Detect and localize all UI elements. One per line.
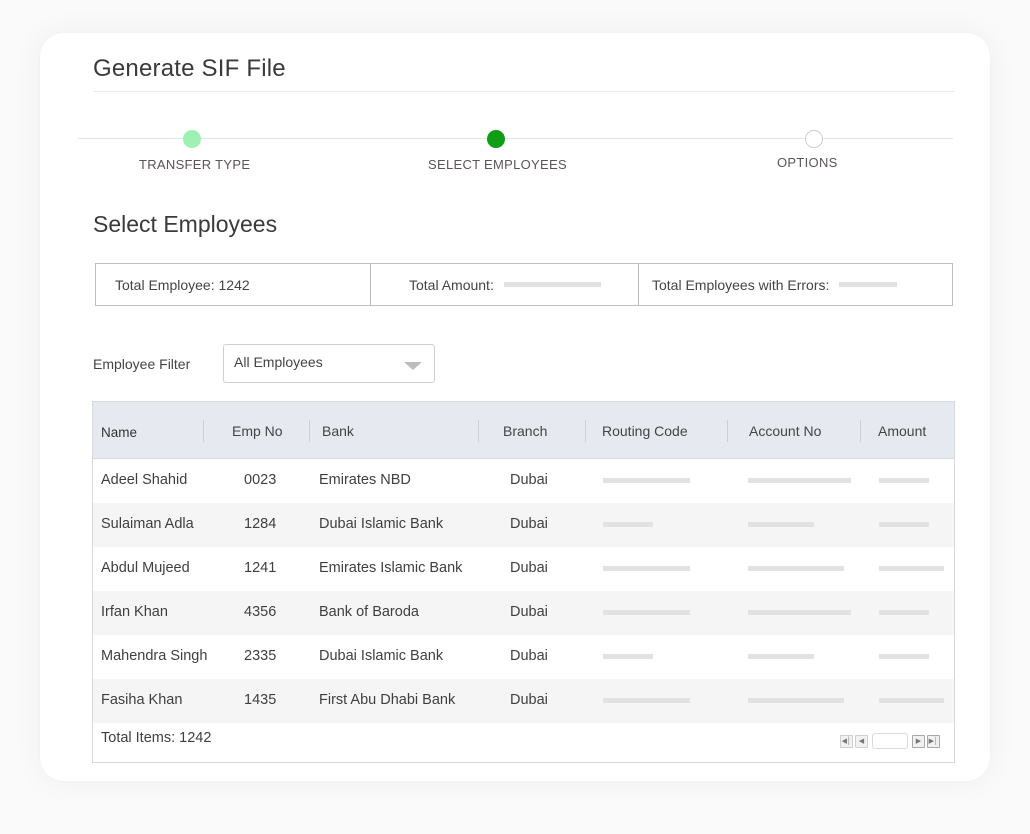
table-row[interactable]: Mahendra Singh 2335 Dubai Islamic Bank D…	[93, 635, 954, 679]
cell-emp-no: 4356	[244, 604, 277, 620]
cell-bank: Dubai Islamic Bank	[319, 648, 444, 664]
column-resize-handle[interactable]	[585, 420, 586, 442]
account-no-placeholder	[748, 654, 814, 659]
cell-branch: Dubai	[510, 560, 548, 576]
cell-bank: First Abu Dhabi Bank	[319, 692, 456, 708]
total-errors-placeholder	[839, 282, 898, 287]
title-divider	[93, 91, 955, 92]
page-number-input[interactable]	[872, 733, 908, 749]
section-title: Select Employees	[93, 211, 278, 237]
amount-placeholder	[879, 566, 944, 571]
cell-name: Fasiha Khan	[101, 692, 183, 708]
amount-placeholder	[879, 522, 929, 527]
page-title: Generate SIF File	[93, 55, 286, 82]
step-dot-options[interactable]	[805, 130, 823, 148]
employee-filter-value: All Employees	[234, 354, 323, 370]
account-no-placeholder	[748, 698, 844, 703]
table-footer: Total Items: 1242 ◀│ ◀ ▶ ▶│	[93, 719, 954, 762]
amount-placeholder	[879, 654, 929, 659]
routing-code-placeholder	[603, 698, 690, 703]
table-header: Name Emp No Bank Branch Routing Code Acc…	[93, 402, 954, 459]
total-amount-placeholder	[503, 282, 601, 287]
table-row[interactable]: Irfan Khan 4356 Bank of Baroda Dubai	[93, 591, 954, 635]
cell-name: Abdul Mujeed	[101, 560, 190, 576]
cell-emp-no: 2335	[244, 648, 277, 664]
account-no-placeholder	[748, 610, 851, 615]
employee-filter-select[interactable]: All Employees	[223, 344, 435, 383]
column-header-emp-no[interactable]: Emp No	[232, 423, 283, 439]
cell-branch: Dubai	[510, 516, 548, 532]
next-page-icon[interactable]: ▶	[912, 734, 925, 748]
prev-page-icon[interactable]: ◀	[855, 734, 868, 748]
column-header-branch[interactable]: Branch	[503, 423, 547, 439]
cell-name: Sulaiman Adla	[101, 516, 194, 532]
last-page-icon[interactable]: ▶│	[927, 734, 940, 748]
cell-bank: Emirates NBD	[319, 472, 411, 488]
step-dot-select-employees[interactable]	[487, 130, 505, 148]
first-page-icon[interactable]: ◀│	[840, 734, 853, 748]
cell-emp-no: 1284	[244, 516, 277, 532]
step-label-select-employees[interactable]: SELECT EMPLOYEES	[428, 157, 567, 172]
routing-code-placeholder	[603, 522, 653, 527]
cell-bank: Dubai Islamic Bank	[319, 516, 444, 532]
total-amount-label: Total Amount:	[409, 276, 494, 293]
table-row[interactable]: Adeel Shahid 0023 Emirates NBD Dubai	[93, 459, 954, 503]
routing-code-placeholder	[603, 610, 690, 615]
column-header-amount[interactable]: Amount	[878, 423, 926, 439]
column-header-routing-code[interactable]: Routing Code	[602, 423, 688, 439]
table-row[interactable]: Sulaiman Adla 1284 Dubai Islamic Bank Du…	[93, 503, 954, 547]
cell-name: Mahendra Singh	[101, 648, 208, 664]
account-no-placeholder	[748, 478, 851, 483]
amount-placeholder	[879, 478, 929, 483]
cell-bank: Emirates Islamic Bank	[319, 560, 463, 576]
cell-branch: Dubai	[510, 648, 548, 664]
column-header-bank[interactable]: Bank	[322, 423, 354, 439]
employee-filter-label: Employee Filter	[93, 356, 191, 372]
routing-code-placeholder	[603, 654, 653, 659]
cell-name: Irfan Khan	[101, 604, 168, 620]
total-employee-text: Total Employee: 1242	[115, 276, 250, 293]
pagination: ◀│ ◀ ▶ ▶│	[840, 733, 940, 749]
cell-emp-no: 1435	[244, 692, 277, 708]
table-row[interactable]: Fasiha Khan 1435 First Abu Dhabi Bank Du…	[93, 679, 954, 723]
total-errors-label: Total Employees with Errors:	[652, 276, 830, 293]
column-resize-handle[interactable]	[203, 420, 204, 442]
routing-code-placeholder	[603, 566, 690, 571]
column-header-name[interactable]: Name	[101, 425, 137, 440]
cell-emp-no: 1241	[244, 560, 277, 576]
cell-branch: Dubai	[510, 472, 548, 488]
column-resize-handle[interactable]	[309, 420, 310, 442]
employees-table: Name Emp No Bank Branch Routing Code Acc…	[92, 401, 955, 763]
cell-bank: Bank of Baroda	[319, 604, 419, 620]
total-amount-cell: Total Amount:	[371, 264, 639, 305]
column-header-account-no[interactable]: Account No	[749, 423, 821, 439]
amount-placeholder	[879, 698, 944, 703]
summary-bar: Total Employee: 1242 Total Amount: Total…	[95, 263, 953, 306]
column-resize-handle[interactable]	[727, 420, 728, 442]
cell-name: Adeel Shahid	[101, 472, 188, 488]
total-employee-cell: Total Employee: 1242	[96, 264, 371, 305]
routing-code-placeholder	[603, 478, 690, 483]
table-row[interactable]: Abdul Mujeed 1241 Emirates Islamic Bank …	[93, 547, 954, 591]
account-no-placeholder	[748, 522, 814, 527]
column-resize-handle[interactable]	[478, 420, 479, 442]
column-resize-handle[interactable]	[860, 420, 861, 442]
cell-branch: Dubai	[510, 604, 548, 620]
account-no-placeholder	[748, 566, 844, 571]
total-errors-cell: Total Employees with Errors:	[639, 264, 952, 305]
cell-emp-no: 0023	[244, 472, 277, 488]
step-label-options[interactable]: OPTIONS	[777, 155, 838, 170]
cell-branch: Dubai	[510, 692, 548, 708]
total-items-text: Total Items: 1242	[101, 730, 212, 746]
step-label-transfer-type[interactable]: TRANSFER TYPE	[139, 157, 250, 172]
step-dot-transfer-type[interactable]	[183, 130, 201, 148]
chevron-down-icon	[404, 362, 422, 370]
amount-placeholder	[879, 610, 929, 615]
